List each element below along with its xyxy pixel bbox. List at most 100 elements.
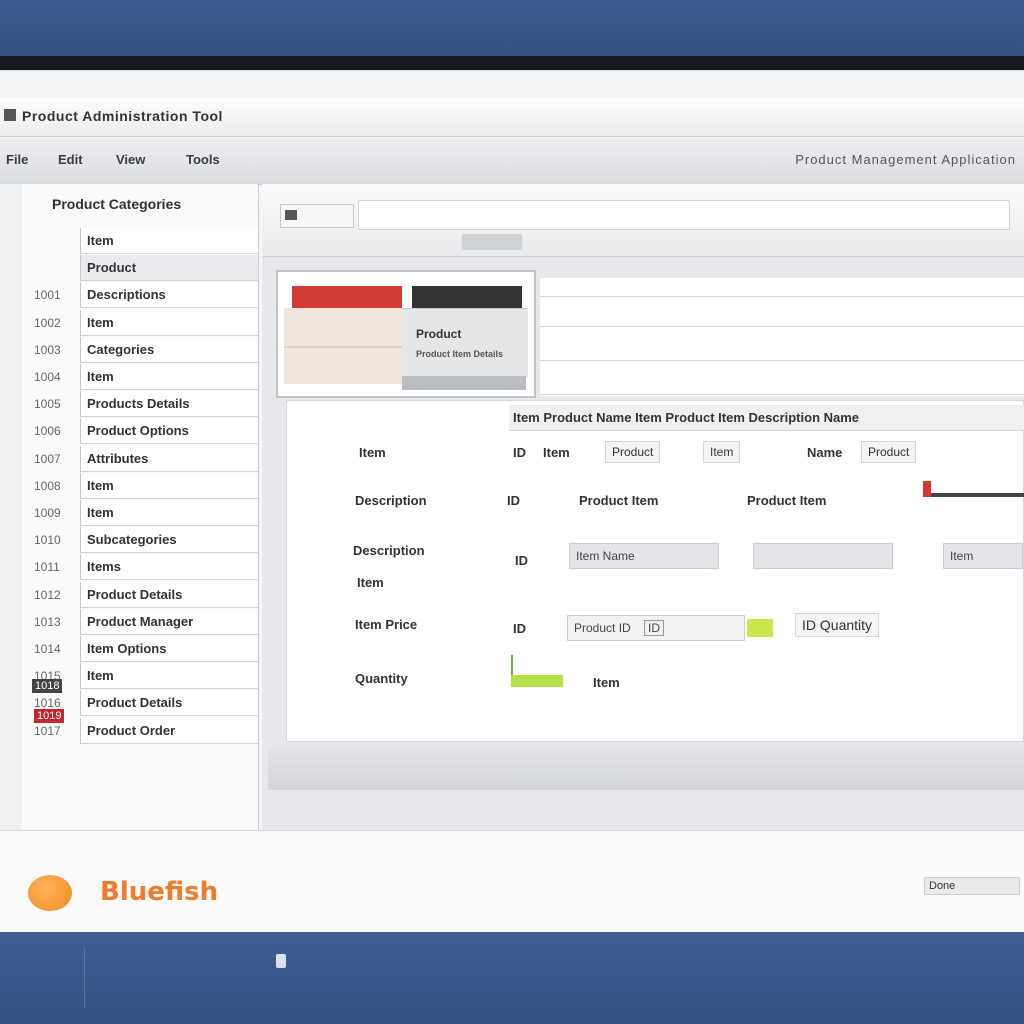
sidebar-item-label: Item bbox=[80, 663, 258, 690]
field-label-quantity: Quantity bbox=[355, 671, 408, 686]
preview-footer bbox=[402, 376, 526, 390]
progress-bar bbox=[511, 675, 563, 687]
sidebar-item[interactable]: 1010 Subcategories bbox=[22, 527, 258, 554]
content-tab[interactable] bbox=[280, 204, 354, 228]
taskbar-pin-icon[interactable] bbox=[276, 954, 286, 968]
sidebar-gutter bbox=[0, 184, 23, 864]
sidebar-item-label: Product Details bbox=[80, 690, 258, 717]
preview-divider bbox=[284, 346, 402, 348]
sidebar-item-number: 1010 bbox=[34, 533, 61, 548]
sidebar-item-label: Item bbox=[80, 309, 258, 336]
sidebar-item[interactable]: 1006 Product Options bbox=[22, 418, 258, 445]
menu-bar: File Edit View Tools Product Management … bbox=[0, 138, 1024, 185]
field-value: Product Item bbox=[747, 493, 827, 508]
stripe-line bbox=[540, 296, 1024, 297]
required-marker bbox=[923, 481, 931, 497]
stripe-line bbox=[540, 394, 1024, 395]
sidebar-item[interactable]: 1013 Product Manager bbox=[22, 608, 258, 636]
item-short-input[interactable]: Item bbox=[943, 543, 1023, 569]
sidebar-item-number: 1002 bbox=[34, 315, 61, 330]
sidebar-item-number: 1017 bbox=[34, 723, 61, 738]
sidebar-item-label: Product Manager bbox=[80, 608, 258, 635]
product-id-input[interactable]: Product ID ID bbox=[567, 615, 745, 641]
sidebar-item[interactable]: 1009 Item bbox=[22, 500, 258, 527]
item-form: Item Product Name Item Product Item Desc… bbox=[286, 400, 1024, 742]
field-value: Item bbox=[543, 445, 570, 460]
stripe-line bbox=[540, 326, 1024, 327]
sidebar-item-label: Item Options bbox=[80, 636, 258, 662]
title-bar: Product Administration Tool bbox=[0, 98, 1024, 137]
sidebar-item[interactable]: Item bbox=[22, 228, 258, 255]
form-header: Item Product Name Item Product Item Desc… bbox=[509, 405, 1024, 431]
sidebar-item[interactable]: 1003 Categories bbox=[22, 336, 258, 364]
item-field-input[interactable] bbox=[753, 543, 893, 569]
id-chip[interactable]: ID bbox=[644, 620, 665, 636]
field-value: ID bbox=[513, 445, 526, 460]
brand-name: Bluefish bbox=[100, 877, 219, 907]
menu-tools[interactable]: Tools bbox=[186, 152, 220, 167]
sidebar-item-number: 1009 bbox=[34, 506, 61, 520]
field-value: ID bbox=[507, 493, 520, 508]
menu-edit[interactable]: Edit bbox=[58, 152, 83, 167]
sidebar: Product Categories Item Product 1001 Descri… bbox=[22, 184, 259, 864]
sidebar-item-label: Categories bbox=[80, 336, 258, 363]
sidebar-item[interactable]: 1001 Descriptions bbox=[22, 282, 258, 309]
address-bar[interactable] bbox=[358, 200, 1010, 230]
taskbar-divider bbox=[84, 948, 295, 1008]
preview-red-header bbox=[292, 286, 402, 308]
menu-file[interactable]: File bbox=[6, 152, 28, 167]
sidebar-item[interactable]: 1005 Products Details bbox=[22, 391, 258, 418]
sidebar-item[interactable]: 1014 Item Options bbox=[22, 636, 258, 663]
field-label-description-2: Description bbox=[353, 543, 425, 558]
sidebar-item-label: Subcategories bbox=[80, 527, 258, 554]
item-name-input[interactable]: Item Name bbox=[569, 543, 719, 569]
window-icon bbox=[4, 109, 16, 121]
sidebar-item-number: 1011 bbox=[34, 560, 60, 575]
sidebar-item-label: Item bbox=[80, 228, 258, 254]
sidebar-item[interactable]: Product bbox=[22, 255, 258, 282]
sidebar-item[interactable]: 1008 Item bbox=[22, 472, 258, 500]
field-label-item-price: Item Price bbox=[355, 617, 418, 632]
preview-sublabel: Product Item Details bbox=[416, 349, 504, 359]
sidebar-item-number: 1014 bbox=[34, 642, 61, 656]
sidebar-item[interactable]: 1012 Product Details bbox=[22, 581, 258, 609]
horizontal-scrollbar[interactable] bbox=[268, 748, 1024, 790]
desktop-top bbox=[0, 0, 1024, 58]
sidebar-item[interactable]: 1011 Items bbox=[22, 554, 258, 581]
sidebar-header: Product Categories bbox=[52, 196, 182, 212]
sidebar-item[interactable]: 1004 Item bbox=[22, 364, 258, 391]
sidebar-item-label: Descriptions bbox=[80, 282, 258, 309]
badge-red: 1019 bbox=[34, 709, 65, 723]
document-icon bbox=[285, 210, 297, 220]
sidebar-item-label: Attributes bbox=[80, 445, 258, 472]
sidebar-item-label: Items bbox=[80, 554, 258, 581]
field-value: ID bbox=[515, 553, 528, 568]
quantity-chip[interactable]: ID Quantity bbox=[795, 613, 880, 637]
field-chip[interactable]: Item bbox=[703, 441, 741, 463]
sidebar-item-number: 1005 bbox=[34, 397, 61, 412]
sidebar-item[interactable]: 1002 Item bbox=[22, 309, 258, 337]
sidebar-item-label: Item bbox=[80, 364, 258, 390]
field-value: Name bbox=[807, 445, 843, 460]
check-icon bbox=[511, 655, 521, 675]
field-chip[interactable]: Product bbox=[861, 441, 917, 463]
sidebar-item-label: Item bbox=[80, 500, 258, 526]
menu-view[interactable]: View bbox=[116, 152, 145, 167]
sidebar-item-number: 1013 bbox=[34, 614, 61, 629]
toolbar-label bbox=[462, 234, 522, 250]
logo-icon bbox=[28, 875, 72, 911]
sidebar-item-label: Product bbox=[80, 255, 258, 282]
content-toolbar bbox=[262, 184, 1024, 257]
sidebar-item-label: Product Options bbox=[80, 418, 258, 445]
sidebar-item-label: Product Order bbox=[80, 717, 258, 744]
product-id-text: Product ID bbox=[574, 621, 631, 635]
field-value: ID bbox=[513, 621, 526, 636]
sidebar-item[interactable]: 1007 Attributes bbox=[22, 445, 258, 473]
preview-info: Product Product Item Details bbox=[402, 308, 528, 377]
field-value: Item bbox=[593, 675, 620, 690]
list-stripes bbox=[540, 278, 1024, 396]
field-chip[interactable]: Product bbox=[605, 441, 661, 463]
product-preview: Product Product Item Details bbox=[276, 270, 536, 398]
stripe-line bbox=[540, 360, 1024, 361]
window-title: Product Administration Tool bbox=[22, 108, 223, 124]
